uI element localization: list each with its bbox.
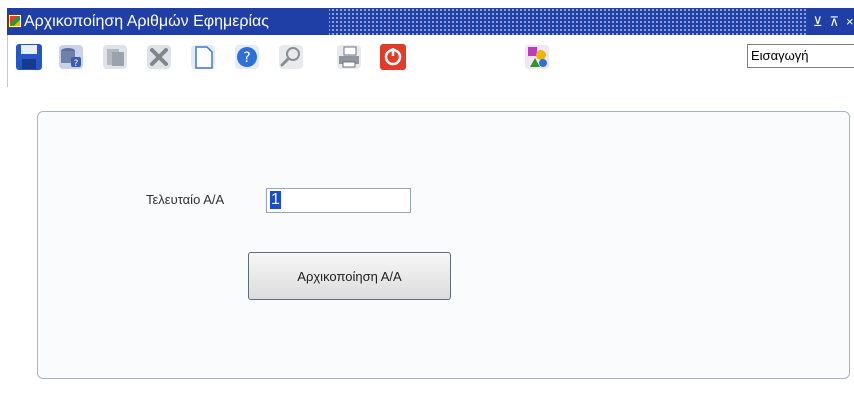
save-icon [16, 44, 42, 70]
content-area: Τελευταίο Α/Α 1 Αρχικοποίηση Α/Α [7, 87, 854, 394]
svg-text:?: ? [243, 50, 250, 66]
window-title: Αρχικοποίηση Αριθμών Εφημερίας [24, 13, 269, 30]
shapes-icon [525, 45, 549, 69]
delete-icon [147, 45, 171, 69]
document-list-button[interactable] [99, 41, 131, 73]
new-document-button[interactable] [187, 41, 219, 73]
delete-button[interactable] [143, 41, 175, 73]
close-icon[interactable]: × [846, 15, 854, 28]
initialize-number-button[interactable]: Αρχικοποίηση Α/Α [248, 252, 451, 300]
minimize-icon[interactable]: ⊻ [813, 15, 823, 28]
help-button[interactable]: ? [231, 41, 263, 73]
exit-icon [380, 44, 406, 70]
maximize-icon[interactable]: ⊼ [830, 15, 840, 28]
last-number-value: 1 [270, 191, 281, 209]
app-window: Αρχικοποίηση Αριθμών Εφημερίας ⊻ ⊼ × ? ?… [0, 0, 854, 394]
mode-indicator: Εισαγωγή [747, 44, 854, 68]
title-bar[interactable]: Αρχικοποίηση Αριθμών Εφημερίας ⊻ ⊼ × [7, 8, 854, 35]
shapes-button[interactable] [521, 41, 553, 73]
exit-button[interactable] [377, 41, 409, 73]
database-help-button[interactable]: ? [55, 41, 87, 73]
help-icon: ? [235, 45, 259, 69]
print-button[interactable] [333, 41, 365, 73]
last-number-field[interactable]: 1 [266, 188, 411, 213]
print-icon [337, 45, 361, 69]
last-number-label: Τελευταίο Α/Α [146, 192, 225, 207]
database-help-icon: ? [59, 45, 83, 69]
document-list-icon [103, 45, 127, 69]
toolbar: ? ? Εισαγωγή [7, 35, 854, 87]
zoom-button[interactable] [275, 41, 307, 73]
window-controls: ⊻ ⊼ × [808, 8, 854, 35]
save-button[interactable] [13, 41, 45, 73]
app-icon [8, 14, 22, 28]
svg-text:?: ? [74, 59, 79, 69]
form-panel: Τελευταίο Α/Α 1 Αρχικοποίηση Α/Α [37, 111, 850, 379]
zoom-icon [279, 45, 303, 69]
new-document-icon [191, 45, 215, 69]
